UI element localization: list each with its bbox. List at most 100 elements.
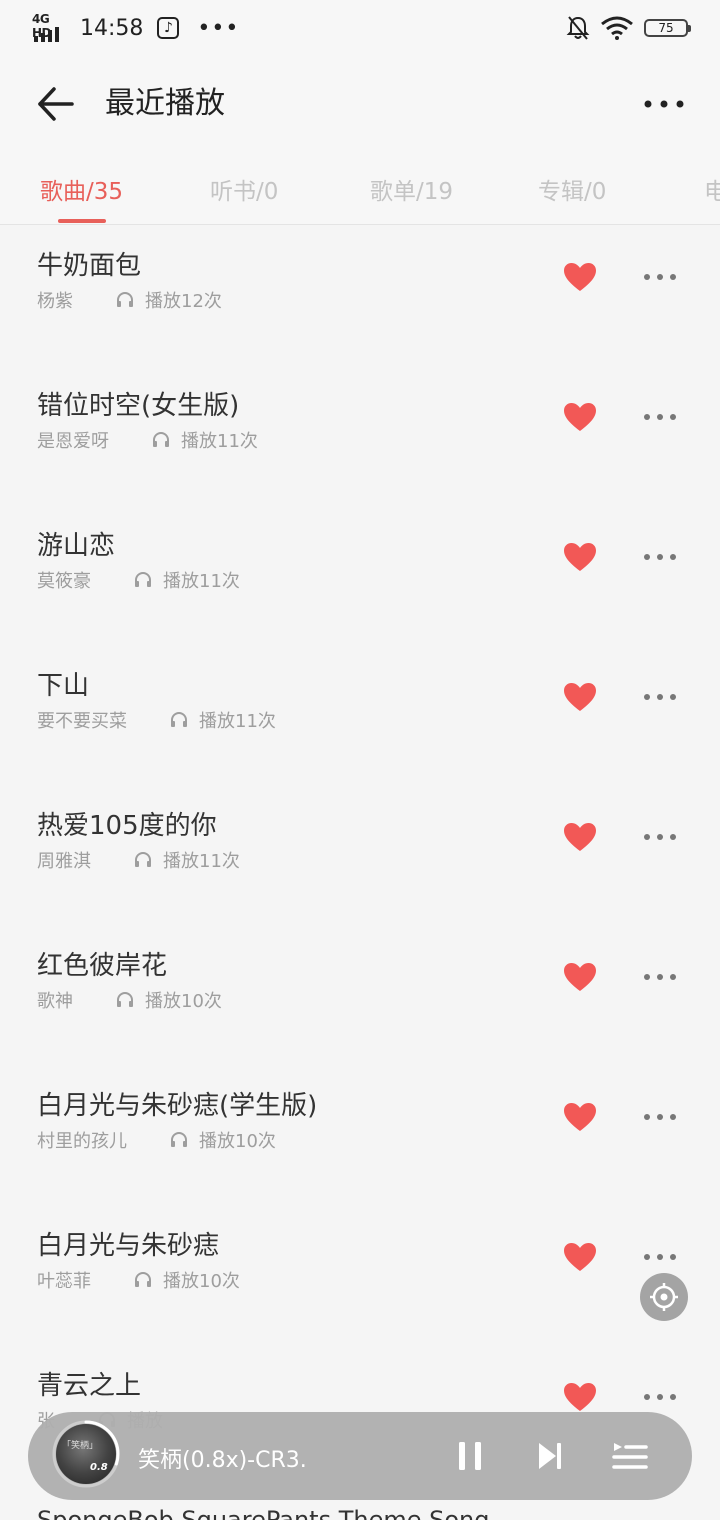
play-count: 播放10次 <box>199 1131 276 1152</box>
now-playing-title: 笑柄(0.8x)-CR3. <box>138 1448 307 1473</box>
headphone-icon <box>171 1132 187 1147</box>
next-track-icon[interactable] <box>536 1440 564 1472</box>
headphone-icon <box>135 852 151 867</box>
song-artist: 歌神 <box>37 991 73 1012</box>
play-count: 播放11次 <box>163 571 240 592</box>
heart-icon[interactable] <box>562 1381 598 1413</box>
more-dots-icon[interactable] <box>640 403 680 431</box>
song-row[interactable]: 白月光与朱砂痣(学生版) 村里的孩儿 播放10次 <box>0 1065 720 1205</box>
song-title: 青云之上 <box>37 1371 142 1401</box>
song-row[interactable]: 游山恋 莫筱豪 播放11次 <box>0 505 720 645</box>
battery-level: 75 <box>658 21 674 35</box>
song-row[interactable]: 错位时空(女生版) 是恩爱呀 播放11次 <box>0 365 720 505</box>
locate-current-button[interactable] <box>640 1273 688 1321</box>
song-meta: 要不要买菜 播放11次 <box>37 707 276 733</box>
song-row[interactable]: 白月光与朱砂痣 叶蕊菲 播放10次 <box>0 1205 720 1345</box>
song-row[interactable]: 热爱105度的你 周雅淇 播放11次 <box>0 785 720 925</box>
song-title: 热爱105度的你 <box>37 811 217 841</box>
heart-icon[interactable] <box>562 681 598 713</box>
more-dots-icon[interactable] <box>640 543 680 571</box>
music-note-icon: ♪ <box>157 17 180 39</box>
song-title: 游山恋 <box>37 531 116 561</box>
song-artist: 叶蕊菲 <box>37 1271 91 1292</box>
mini-player[interactable]: 「笑柄」 0.8 笑柄(0.8x)-CR3. <box>28 1412 692 1500</box>
tab-albums[interactable]: 专辑/0 <box>538 172 606 206</box>
song-artist: 要不要买菜 <box>37 711 127 732</box>
mute-bell-icon <box>566 16 590 40</box>
song-meta: 是恩爱呀 播放11次 <box>37 427 258 453</box>
headphone-icon <box>135 1272 151 1287</box>
crosshair-icon <box>650 1283 678 1311</box>
song-meta: 杨紫 播放12次 <box>37 287 222 313</box>
song-artist: 是恩爱呀 <box>37 431 109 452</box>
more-dots-icon[interactable] <box>640 683 680 711</box>
song-meta: 莫筱豪 播放11次 <box>37 567 240 593</box>
back-arrow-icon[interactable] <box>34 84 78 124</box>
wifi-icon <box>601 16 633 40</box>
tab-playlists[interactable]: 歌单/19 <box>370 172 453 206</box>
song-artist: 杨紫 <box>37 291 73 312</box>
tab-audiobooks[interactable]: 听书/0 <box>210 172 278 206</box>
song-artist: 村里的孩儿 <box>37 1131 127 1152</box>
cover-title: 「笑柄」 <box>62 1441 99 1451</box>
play-count: 播放11次 <box>163 851 240 872</box>
more-dots-icon: ••• <box>197 15 240 41</box>
song-artist: 周雅淇 <box>37 851 91 872</box>
song-meta: 村里的孩儿 播放10次 <box>37 1127 276 1153</box>
header: 最近播放 <box>0 56 720 152</box>
headphone-icon <box>135 572 151 587</box>
peek-song-title: SpongeBob SquarePants Theme Song <box>37 1506 490 1520</box>
album-cover[interactable]: 「笑柄」 0.8 <box>56 1424 116 1484</box>
more-dots-icon[interactable] <box>640 1383 680 1411</box>
heart-icon[interactable] <box>562 821 598 853</box>
play-count: 播放11次 <box>181 431 258 452</box>
play-count: 播放11次 <box>199 711 276 732</box>
song-row[interactable]: 下山 要不要买菜 播放11次 <box>0 645 720 785</box>
more-dots-icon[interactable] <box>640 963 680 991</box>
status-bar: 4G HD 14:58 ♪ ••• 75 <box>0 0 720 56</box>
headphone-icon <box>153 432 169 447</box>
song-row[interactable]: 红色彼岸花 歌神 播放10次 <box>0 925 720 1065</box>
song-artist: 莫筱豪 <box>37 571 91 592</box>
page-title: 最近播放 <box>105 86 225 121</box>
category-tabs: 歌曲/35 听书/0 歌单/19 专辑/0 电 <box>0 152 720 225</box>
status-time: 14:58 <box>80 15 144 41</box>
status-left: 4G HD 14:58 ♪ ••• <box>32 12 240 42</box>
pause-icon[interactable] <box>456 1440 484 1472</box>
heart-icon[interactable] <box>562 1101 598 1133</box>
playlist-queue-icon[interactable] <box>612 1440 648 1472</box>
headphone-icon <box>117 992 133 1007</box>
headphone-icon <box>117 292 133 307</box>
more-dots-icon[interactable] <box>640 1103 680 1131</box>
heart-icon[interactable] <box>562 1241 598 1273</box>
song-title: 牛奶面包 <box>37 251 142 281</box>
song-title: 下山 <box>37 671 90 701</box>
heart-icon[interactable] <box>562 961 598 993</box>
more-dots-icon[interactable] <box>640 263 680 291</box>
heart-icon[interactable] <box>562 541 598 573</box>
song-title: 红色彼岸花 <box>37 951 168 981</box>
status-right: 75 <box>566 14 691 42</box>
heart-icon[interactable] <box>562 261 598 293</box>
play-count: 播放10次 <box>145 991 222 1012</box>
song-title: 白月光与朱砂痣 <box>37 1231 220 1261</box>
tab-indicator <box>58 219 106 223</box>
heart-icon[interactable] <box>562 401 598 433</box>
song-row[interactable]: 牛奶面包 杨紫 播放12次 <box>0 225 720 365</box>
song-title: 白月光与朱砂痣(学生版) <box>37 1091 318 1121</box>
play-count: 播放12次 <box>145 291 222 312</box>
more-options-icon[interactable] <box>642 88 686 120</box>
song-title: 错位时空(女生版) <box>37 391 240 421</box>
song-meta: 周雅淇 播放11次 <box>37 847 240 873</box>
play-count: 播放10次 <box>163 1271 240 1292</box>
song-meta: 叶蕊菲 播放10次 <box>37 1267 240 1293</box>
more-dots-icon[interactable] <box>640 1243 680 1271</box>
more-dots-icon[interactable] <box>640 823 680 851</box>
battery-icon: 75 <box>644 19 691 37</box>
tab-radio[interactable]: 电 <box>704 172 720 206</box>
headphone-icon <box>171 712 187 727</box>
song-list: 牛奶面包 杨紫 播放12次 错位时空(女生版) 是恩爱呀 播放11次 游山恋 莫… <box>0 225 720 1520</box>
tab-songs[interactable]: 歌曲/35 <box>40 172 123 206</box>
song-meta: 歌神 播放10次 <box>37 987 222 1013</box>
signal-icon: 4G HD <box>32 12 68 42</box>
